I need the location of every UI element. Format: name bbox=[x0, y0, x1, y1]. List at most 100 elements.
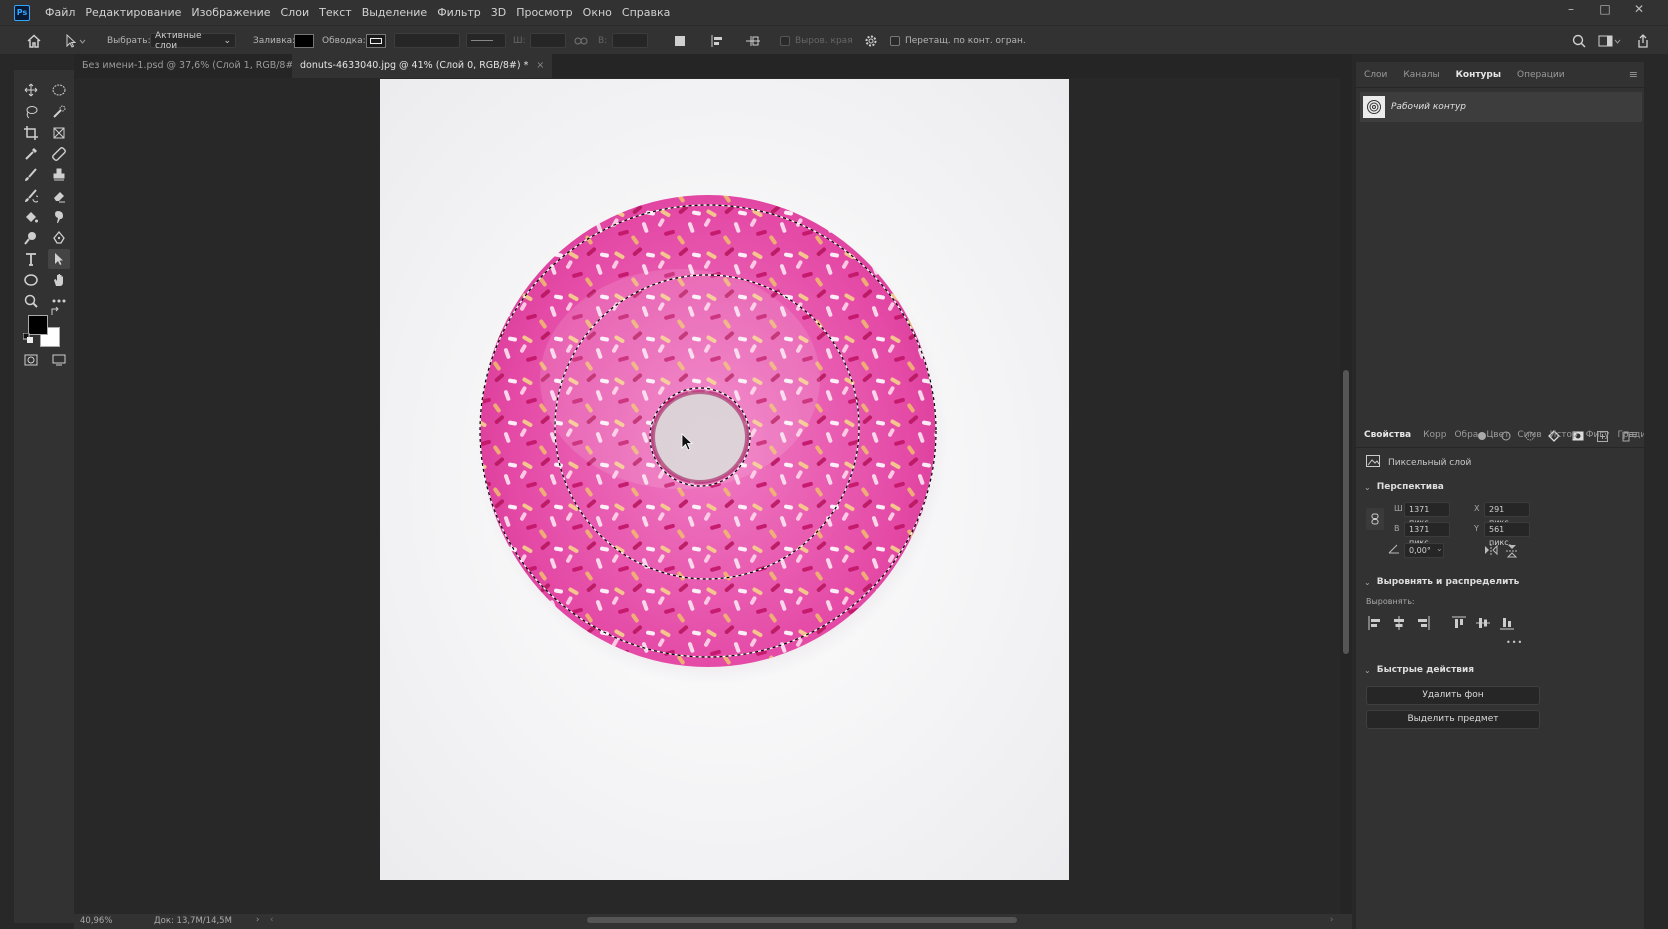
menu-edit[interactable]: Редактирование bbox=[80, 0, 186, 25]
fill-swatch[interactable] bbox=[294, 33, 314, 48]
align-edges-option[interactable]: Выров. края bbox=[780, 26, 853, 55]
eyedropper-icon[interactable] bbox=[20, 144, 42, 164]
more-options-icon[interactable]: ••• bbox=[1506, 638, 1523, 647]
chevron-right-icon[interactable]: › bbox=[256, 915, 259, 925]
tab-donuts[interactable]: donuts-4633040.jpg @ 41% (Слой 0, RGB/8#… bbox=[292, 54, 553, 78]
home-icon[interactable] bbox=[26, 26, 42, 55]
link-dimensions-icon[interactable] bbox=[1366, 508, 1384, 530]
quick-selection-icon[interactable] bbox=[48, 102, 70, 122]
menu-select[interactable]: Выделение bbox=[357, 0, 433, 25]
menu-help[interactable]: Справка bbox=[617, 0, 675, 25]
quick-actions-section[interactable]: ⌄ Быстрые действия bbox=[1364, 665, 1474, 675]
lasso-tool-icon[interactable] bbox=[20, 102, 42, 122]
tab-layers[interactable]: Слои bbox=[1356, 70, 1395, 80]
horizontal-scroll-thumb[interactable] bbox=[587, 917, 1017, 923]
menu-file[interactable]: Файл bbox=[40, 0, 80, 25]
clone-stamp-icon[interactable] bbox=[48, 165, 70, 185]
tab-channels[interactable]: Каналы bbox=[1395, 70, 1447, 80]
align-section[interactable]: ⌄ Выровнять и распределить bbox=[1364, 577, 1519, 587]
smudge-tool-icon[interactable] bbox=[48, 207, 70, 227]
canvas-area[interactable] bbox=[74, 78, 1352, 914]
align-bottom-icon[interactable] bbox=[1500, 616, 1514, 630]
document-canvas[interactable] bbox=[380, 79, 1069, 880]
height-field[interactable] bbox=[612, 33, 648, 48]
vertical-scrollbar[interactable] bbox=[1340, 78, 1352, 914]
select-dropdown[interactable]: Активные слои ⌄ bbox=[150, 31, 236, 51]
menu-3d[interactable]: 3D bbox=[486, 0, 511, 25]
history-brush-icon[interactable] bbox=[20, 186, 42, 206]
tab-properties[interactable]: Свойства bbox=[1356, 430, 1419, 440]
x-field[interactable]: 291 пикс. bbox=[1484, 502, 1530, 527]
hand-tool-icon[interactable] bbox=[48, 270, 70, 290]
width-field[interactable] bbox=[530, 33, 566, 48]
scroll-right-icon[interactable]: › bbox=[1330, 915, 1333, 925]
path-operations-icon[interactable] bbox=[674, 26, 686, 55]
close-button[interactable]: ✕ bbox=[1622, 0, 1656, 20]
align-center-h-icon[interactable] bbox=[1392, 616, 1406, 630]
pen-tool-icon[interactable] bbox=[48, 228, 70, 248]
maximize-button[interactable]: □ bbox=[1588, 0, 1622, 20]
chevron-down-icon[interactable]: ⌄ bbox=[1436, 544, 1443, 553]
height-field[interactable]: 1371 пикс. bbox=[1404, 522, 1450, 547]
constrain-option[interactable]: Перетащ. по конт. огран. bbox=[890, 26, 1026, 55]
link-icon[interactable] bbox=[574, 26, 588, 55]
type-tool-icon[interactable] bbox=[20, 249, 42, 269]
screen-mode-icon[interactable] bbox=[48, 350, 70, 370]
swap-colors-icon[interactable] bbox=[49, 306, 61, 318]
tab-untitled[interactable]: Без имени-1.psd @ 37,6% (Слой 1, RGB/8#)… bbox=[74, 54, 329, 78]
tab-adjustments[interactable]: Корр bbox=[1419, 430, 1450, 440]
gear-icon[interactable] bbox=[864, 26, 878, 55]
align-center-v-icon[interactable] bbox=[1476, 616, 1490, 630]
menu-window[interactable]: Окно bbox=[578, 0, 617, 25]
search-icon[interactable] bbox=[1572, 26, 1586, 55]
menu-filter[interactable]: Фильтр bbox=[432, 0, 486, 25]
tab-libraries[interactable]: Обра bbox=[1450, 430, 1482, 440]
eraser-tool-icon[interactable] bbox=[48, 186, 70, 206]
ellipse-tool-icon[interactable] bbox=[20, 270, 42, 290]
close-icon[interactable]: × bbox=[536, 60, 544, 71]
brush-tool-icon[interactable] bbox=[20, 165, 42, 185]
remove-background-button[interactable]: Удалить фон bbox=[1366, 686, 1540, 705]
align-top-icon[interactable] bbox=[1452, 616, 1466, 630]
tab-character[interactable]: Симв bbox=[1513, 430, 1545, 440]
share-icon[interactable] bbox=[1636, 26, 1650, 55]
crop-tool-icon[interactable] bbox=[20, 123, 42, 143]
move-tool-icon[interactable] bbox=[20, 80, 42, 100]
y-field[interactable]: 561 пикс. bbox=[1484, 522, 1530, 547]
width-field[interactable]: 1371 пикс. bbox=[1404, 502, 1450, 527]
vertical-scroll-thumb[interactable] bbox=[1343, 370, 1349, 654]
align-edges-checkbox[interactable] bbox=[780, 35, 790, 46]
flip-vertical-icon[interactable] bbox=[1506, 544, 1518, 561]
select-subject-button[interactable]: Выделить предмет bbox=[1366, 710, 1540, 729]
quick-mask-icon[interactable] bbox=[20, 350, 42, 370]
healing-brush-icon[interactable] bbox=[48, 144, 70, 164]
path-selection-tool-icon[interactable] bbox=[64, 26, 86, 55]
path-alignment-icon[interactable] bbox=[710, 26, 724, 55]
dodge-tool-icon[interactable] bbox=[20, 228, 42, 248]
tab-history[interactable]: Истор bbox=[1546, 430, 1582, 440]
stroke-type-dropdown[interactable] bbox=[466, 33, 506, 48]
panel-menu-icon[interactable]: ≡ bbox=[1629, 428, 1638, 441]
path-item[interactable]: Рабочий контур bbox=[1360, 92, 1642, 122]
stroke-swatch[interactable] bbox=[366, 33, 386, 48]
path-arrangement-icon[interactable] bbox=[744, 26, 762, 55]
tab-shapes[interactable]: Фигу bbox=[1582, 430, 1614, 440]
stroke-width-field[interactable] bbox=[394, 33, 460, 48]
tab-actions[interactable]: Операции bbox=[1509, 70, 1573, 80]
frame-tool-icon[interactable] bbox=[48, 123, 70, 143]
zoom-level[interactable]: 40,96% bbox=[80, 916, 112, 926]
align-left-icon[interactable] bbox=[1368, 616, 1382, 630]
menu-layers[interactable]: Слои bbox=[276, 0, 315, 25]
minimize-button[interactable]: – bbox=[1554, 0, 1588, 20]
flip-horizontal-icon[interactable] bbox=[1484, 544, 1498, 559]
zoom-tool-icon[interactable] bbox=[20, 291, 42, 311]
workspace-icon[interactable] bbox=[1598, 26, 1622, 55]
tab-color[interactable]: Цвет bbox=[1482, 430, 1513, 440]
scroll-left-icon[interactable]: ‹ bbox=[270, 915, 273, 925]
menu-image[interactable]: Изображение bbox=[186, 0, 275, 25]
elliptical-marquee-icon[interactable] bbox=[48, 80, 70, 100]
perspective-section[interactable]: ⌄ Перспектива bbox=[1364, 482, 1444, 492]
align-right-icon[interactable] bbox=[1416, 616, 1430, 630]
panel-menu-icon[interactable]: ≡ bbox=[1629, 68, 1638, 81]
tab-paths[interactable]: Контуры bbox=[1448, 70, 1509, 80]
